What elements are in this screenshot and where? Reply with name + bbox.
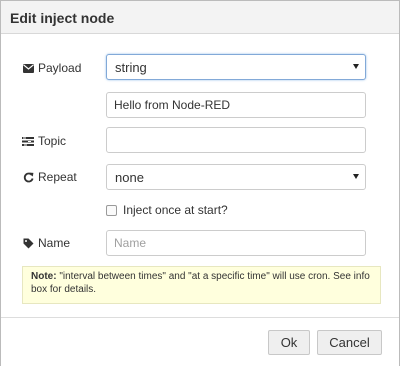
- note-text: "interval between times" and "at a speci…: [31, 271, 370, 295]
- name-label: Name: [22, 236, 70, 250]
- topic-label: Topic: [22, 134, 66, 148]
- tag-icon: [22, 237, 34, 249]
- envelope-icon: [22, 62, 34, 74]
- ok-button[interactable]: Ok: [268, 330, 310, 355]
- topic-input[interactable]: [106, 127, 366, 153]
- payload-type-select[interactable]: string: [106, 54, 366, 80]
- dialog-footer: Ok Cancel: [1, 317, 399, 366]
- repeat-icon: [22, 171, 34, 183]
- cancel-button[interactable]: Cancel: [317, 330, 382, 355]
- payload-label-text: Payload: [38, 61, 82, 75]
- repeat-label: Repeat: [22, 170, 77, 184]
- name-label-text: Name: [38, 236, 71, 250]
- repeat-value: none: [115, 170, 144, 185]
- name-input[interactable]: [106, 230, 366, 256]
- chevron-down-icon: [353, 64, 359, 69]
- payload-value-input[interactable]: [106, 92, 366, 118]
- topic-label-text: Topic: [38, 134, 67, 148]
- payload-type-value: string: [115, 60, 147, 75]
- inject-once-checkbox[interactable]: [106, 204, 117, 216]
- chevron-down-icon: [353, 174, 359, 179]
- note-label: Note:: [31, 271, 57, 282]
- inject-once-label: Inject once at start?: [123, 203, 228, 217]
- repeat-select[interactable]: none: [106, 164, 366, 190]
- tasks-icon: [22, 135, 34, 147]
- cron-note: Note: "interval between times" and "at a…: [22, 266, 381, 304]
- payload-label: Payload: [22, 61, 81, 75]
- repeat-label-text: Repeat: [38, 170, 77, 184]
- dialog-title: Edit inject node: [10, 10, 115, 26]
- edit-inject-dialog: Edit inject node Payload string Topic Re…: [0, 0, 400, 366]
- dialog-titlebar: Edit inject node: [1, 1, 399, 34]
- inject-once-row: Inject once at start?: [106, 203, 228, 217]
